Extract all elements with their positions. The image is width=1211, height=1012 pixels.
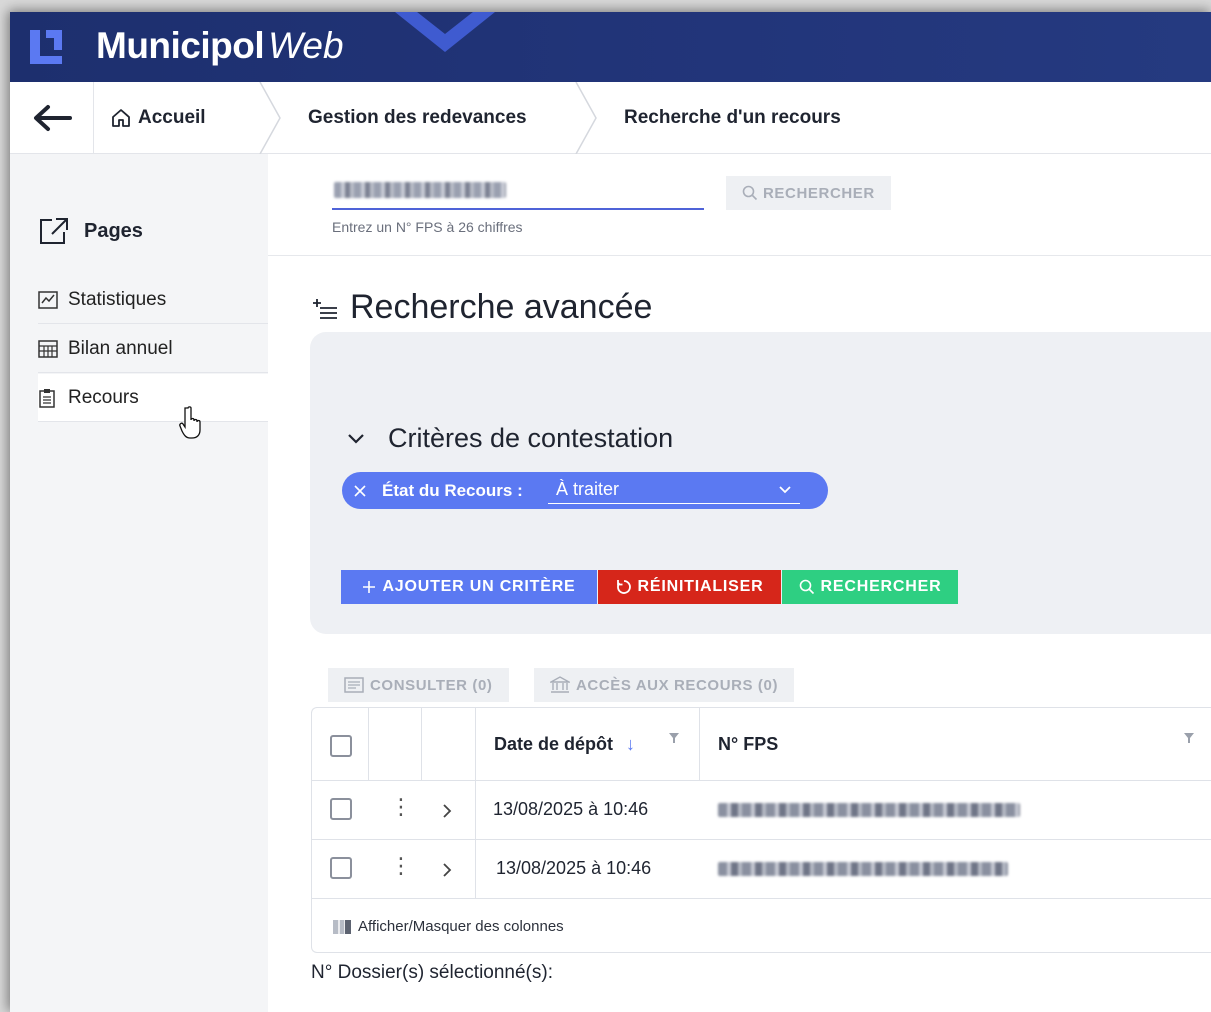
filter-icon[interactable] bbox=[1183, 732, 1195, 744]
fps-search-field[interactable] bbox=[332, 172, 704, 210]
quick-search-button-label: RECHERCHER bbox=[763, 184, 875, 202]
kebab-menu-icon[interactable]: ⋮ bbox=[390, 854, 412, 878]
reset-button-label: RÉINITIALISER bbox=[637, 578, 764, 595]
chevron-right-icon[interactable] bbox=[442, 803, 452, 819]
app-header: Municipol Web bbox=[10, 12, 1211, 82]
column-divider bbox=[699, 708, 700, 781]
sidebar-item-label: Bilan annuel bbox=[68, 337, 173, 359]
sort-arrow-down-icon[interactable]: ↓ bbox=[626, 734, 635, 754]
criterion-chip-etat-recours: État du Recours : À traiter bbox=[342, 472, 828, 509]
column-divider bbox=[421, 708, 422, 781]
calendar-grid-icon bbox=[38, 339, 60, 358]
access-recours-button-label: ACCÈS AUX RECOURS (0) bbox=[576, 676, 779, 694]
sidebar-item-recours[interactable]: Recours bbox=[38, 374, 268, 422]
document-icon bbox=[344, 677, 364, 693]
breadcrumb-separator bbox=[575, 82, 597, 154]
sidebar-item-bilan-annuel[interactable]: Bilan annuel bbox=[38, 325, 268, 373]
column-header-date[interactable]: Date de dépôt ↓ bbox=[494, 734, 635, 755]
column-divider bbox=[475, 840, 476, 899]
redacted-fps-number bbox=[718, 803, 1020, 817]
breadcrumb-current-label: Recherche d'un recours bbox=[624, 107, 841, 128]
chevron-down-icon bbox=[348, 433, 364, 444]
table-row[interactable]: ⋮ 13/08/2025 à 10:46 bbox=[312, 840, 1211, 899]
app-window: Municipol Web Accueil Gestion des redevan… bbox=[10, 12, 1211, 1012]
table-header-row: Date de dépôt ↓ N° FPS bbox=[312, 708, 1211, 781]
etat-recours-select-value: À traiter bbox=[556, 479, 620, 499]
toggle-columns-button[interactable]: Afficher/Masquer des colonnes bbox=[312, 900, 1211, 953]
sidebar: Pages Statistiques Bilan annuel Recours bbox=[10, 154, 268, 1012]
redacted-fps-value bbox=[334, 182, 506, 198]
redacted-fps-number bbox=[718, 862, 1008, 876]
search-icon bbox=[799, 579, 815, 595]
breadcrumb: Accueil Gestion des redevances Recherche… bbox=[10, 82, 1211, 154]
home-icon bbox=[112, 109, 130, 127]
sidebar-heading-label: Pages bbox=[84, 219, 143, 242]
consult-button[interactable]: CONSULTER (0) bbox=[328, 668, 509, 702]
select-all-checkbox[interactable] bbox=[330, 735, 352, 757]
app-title-italic: Web bbox=[268, 25, 344, 66]
advanced-search-button[interactable]: RECHERCHER bbox=[782, 570, 958, 604]
breadcrumb-separator bbox=[259, 82, 281, 154]
clipboard-icon bbox=[38, 388, 60, 408]
selected-dossiers-label: N° Dossier(s) sélectionné(s): bbox=[311, 962, 553, 983]
search-icon bbox=[742, 185, 758, 201]
quick-search-button[interactable]: RECHERCHER bbox=[726, 176, 891, 210]
app-title: Municipol Web bbox=[96, 25, 344, 67]
consult-button-label: CONSULTER (0) bbox=[370, 676, 493, 694]
row-checkbox[interactable] bbox=[330, 857, 352, 879]
chart-icon bbox=[38, 290, 60, 309]
plus-icon bbox=[362, 580, 376, 594]
breadcrumb-gestion[interactable]: Gestion des redevances bbox=[308, 82, 527, 154]
external-link-icon bbox=[40, 218, 68, 244]
sidebar-item-statistiques[interactable]: Statistiques bbox=[38, 276, 268, 324]
column-divider bbox=[368, 708, 369, 781]
chevron-down-icon bbox=[779, 486, 791, 494]
breadcrumb-gestion-label: Gestion des redevances bbox=[308, 107, 527, 128]
advanced-search-title-label: Recherche avancée bbox=[350, 288, 653, 326]
add-criterion-button-label: AJOUTER UN CRITÈRE bbox=[382, 578, 576, 595]
reset-button[interactable]: RÉINITIALISER bbox=[598, 570, 781, 604]
add-criterion-button[interactable]: AJOUTER UN CRITÈRE bbox=[341, 570, 597, 604]
column-header-fps[interactable]: N° FPS bbox=[718, 734, 778, 755]
table-row[interactable]: ⋮ 13/08/2025 à 10:46 bbox=[312, 781, 1211, 840]
sidebar-item-label: Statistiques bbox=[68, 288, 167, 310]
cell-date: 13/08/2025 à 10:46 bbox=[493, 799, 649, 819]
column-header-fps-label: N° FPS bbox=[718, 734, 779, 754]
header-chevron-decoration bbox=[395, 12, 495, 52]
list-add-icon bbox=[313, 298, 337, 319]
hand-cursor-icon bbox=[179, 406, 201, 439]
toggle-columns-label: Afficher/Masquer des colonnes bbox=[358, 918, 564, 935]
recours-table: Date de dépôt ↓ N° FPS ⋮ 13/08/2025 à 10… bbox=[311, 707, 1211, 953]
breadcrumb-home-label: Accueil bbox=[138, 107, 206, 128]
breadcrumb-current: Recherche d'un recours bbox=[624, 82, 841, 154]
sidebar-heading: Pages bbox=[38, 216, 143, 246]
criteria-section-title: Critères de contestation bbox=[388, 423, 674, 453]
breadcrumb-home[interactable]: Accueil bbox=[110, 82, 206, 154]
app-logo-icon bbox=[30, 30, 62, 64]
close-icon[interactable] bbox=[352, 483, 368, 499]
institution-icon bbox=[550, 676, 570, 693]
fps-search-hint: Entrez un N° FPS à 26 chiffres bbox=[332, 219, 523, 235]
column-divider bbox=[475, 781, 476, 840]
criteria-section-toggle[interactable]: Critères de contestation bbox=[342, 423, 673, 454]
row-checkbox[interactable] bbox=[330, 798, 352, 820]
filter-icon[interactable] bbox=[668, 732, 680, 744]
advanced-search-button-label: RECHERCHER bbox=[820, 578, 942, 595]
back-button[interactable] bbox=[10, 82, 94, 154]
columns-icon bbox=[333, 919, 351, 934]
kebab-menu-icon[interactable]: ⋮ bbox=[390, 795, 412, 819]
advanced-search-title: Recherche avancée bbox=[310, 288, 652, 327]
etat-recours-select[interactable]: À traiter bbox=[548, 476, 800, 504]
column-header-date-label: Date de dépôt bbox=[494, 734, 614, 754]
column-divider bbox=[475, 708, 476, 781]
access-recours-button[interactable]: ACCÈS AUX RECOURS (0) bbox=[534, 668, 795, 702]
app-title-bold: Municipol bbox=[96, 25, 265, 66]
criterion-chip-label: État du Recours : bbox=[382, 480, 523, 500]
reset-icon bbox=[616, 579, 632, 595]
arrow-left-icon bbox=[33, 105, 72, 131]
cell-date: 13/08/2025 à 10:46 bbox=[496, 858, 652, 878]
chevron-right-icon[interactable] bbox=[442, 862, 452, 878]
sidebar-item-label: Recours bbox=[68, 386, 139, 408]
